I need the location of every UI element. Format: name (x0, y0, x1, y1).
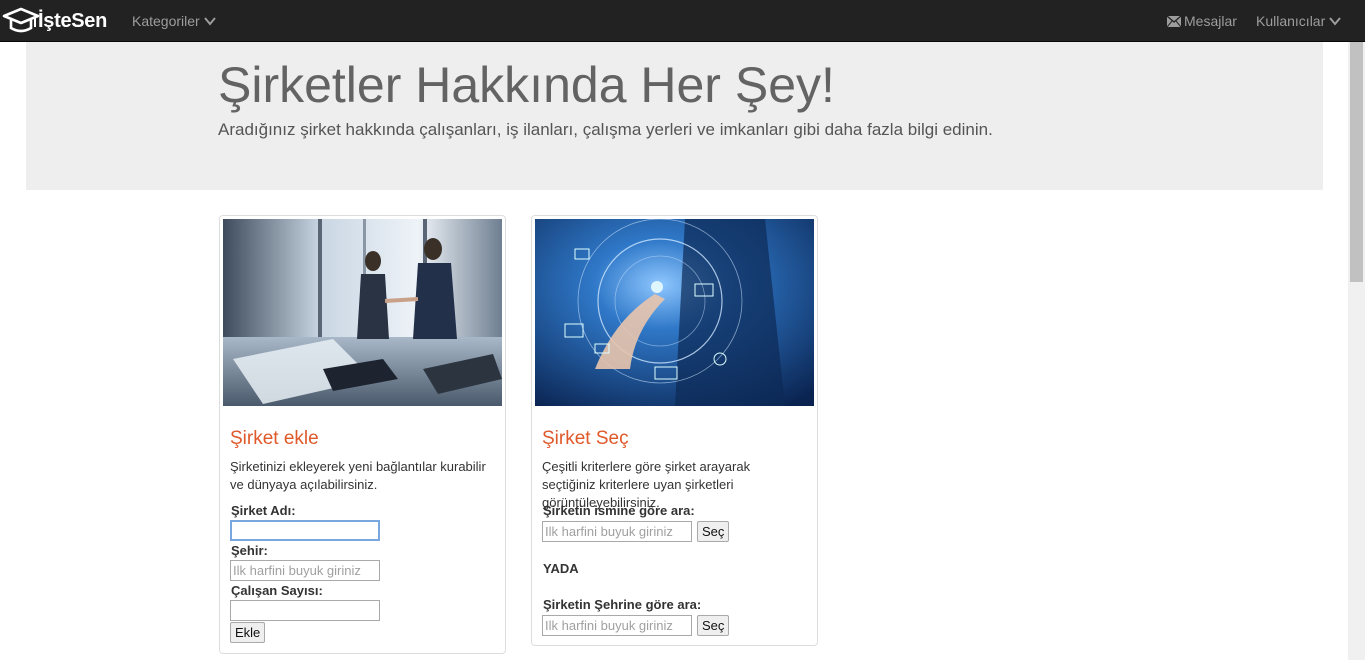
company-name-input[interactable] (230, 520, 380, 541)
chevron-down-icon (1329, 17, 1342, 26)
page-subtitle: Aradığınız şirket hakkında çalışanları, … (218, 120, 993, 139)
top-navbar: İşteSen Kategoriler Mesajlar Kullanıcıla… (0, 0, 1365, 42)
city-label: Şehir: (231, 543, 268, 558)
page-title: Şirketler Hakkında Her Şey! (218, 57, 835, 113)
or-separator: YADA (543, 561, 579, 576)
nav-categories-dropdown[interactable]: Kategoriler (132, 0, 216, 42)
scrollbar-thumb[interactable] (1350, 42, 1363, 282)
nav-users-dropdown[interactable]: Kullanıcılar (1256, 0, 1342, 42)
hero-jumbotron: Şirketler Hakkında Her Şey! Aradığınız ş… (26, 42, 1323, 190)
search-by-name-input[interactable] (542, 521, 692, 542)
chevron-down-icon (203, 17, 216, 26)
brand-name: İşteSen (38, 9, 108, 32)
add-company-title: Şirket ekle (230, 428, 319, 449)
nav-messages-label: Mesajlar (1184, 13, 1237, 29)
city-input[interactable] (230, 560, 380, 581)
nav-categories-label: Kategoriler (132, 13, 200, 29)
nav-messages-link[interactable]: Mesajlar (1167, 0, 1237, 42)
select-company-card: Şirket Seç Çeşitli kriterlere göre şirke… (531, 215, 818, 646)
add-button[interactable]: Ekle (230, 622, 266, 643)
search-by-name-label: Şirketin ismine göre ara: (543, 503, 695, 518)
search-by-city-input[interactable] (542, 615, 692, 636)
envelope-icon (1167, 15, 1181, 27)
search-by-city-button[interactable]: Seç (697, 615, 730, 636)
add-company-card: Şirket ekle Şirketinizi ekleyerek yeni b… (219, 215, 506, 654)
employee-count-label: Çalışan Sayısı: (231, 583, 323, 598)
company-name-label: Şirket Adı: (231, 503, 296, 518)
graduation-cap-icon (2, 7, 40, 33)
select-company-title: Şirket Seç (542, 428, 629, 449)
digital-network-image (535, 219, 814, 406)
search-by-city-label: Şirketin Şehrine göre ara: (543, 597, 702, 612)
add-company-description: Şirketinizi ekleyerek yeni bağlantılar k… (230, 459, 486, 492)
brand-logo[interactable]: İşteSen (2, 6, 107, 36)
handshake-office-image (223, 219, 502, 406)
employee-count-input[interactable] (230, 600, 380, 621)
search-by-name-button[interactable]: Seç (697, 521, 730, 542)
nav-users-label: Kullanıcılar (1256, 13, 1326, 29)
vertical-scrollbar[interactable] (1348, 42, 1365, 660)
